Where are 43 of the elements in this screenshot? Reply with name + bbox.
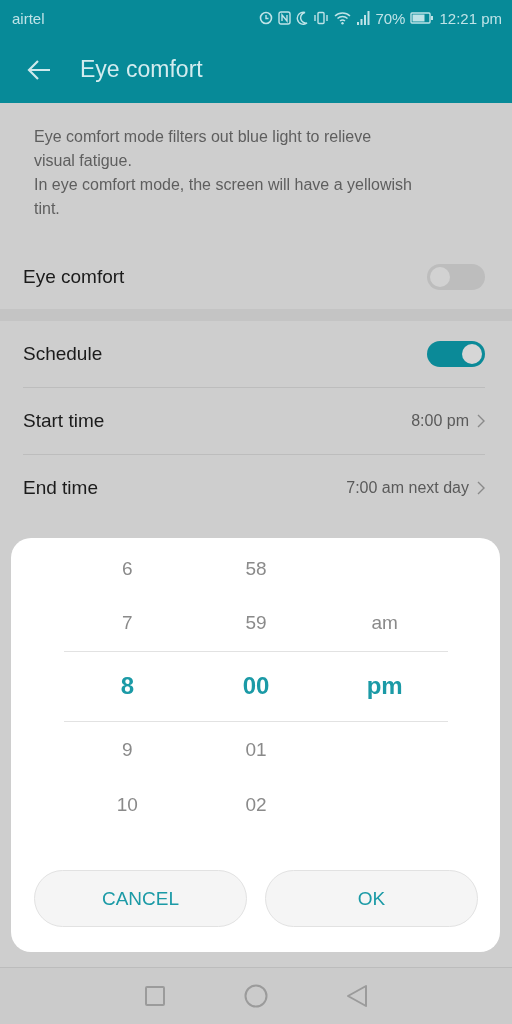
carrier-name: airtel <box>12 9 45 27</box>
setting-value: 7:00 am next day <box>346 479 469 497</box>
picker-item[interactable]: 02 <box>245 794 267 816</box>
toggle-switch[interactable] <box>427 341 485 367</box>
battery-icon <box>410 12 435 24</box>
setting-value: 8:00 pm <box>411 412 469 430</box>
chevron-right-icon <box>477 414 485 428</box>
back-icon[interactable] <box>346 984 368 1008</box>
cancel-button[interactable]: CANCEL <box>34 870 247 927</box>
picker-item[interactable]: pm <box>366 671 403 700</box>
picker-item[interactable]: 7 <box>122 611 133 634</box>
picker-item[interactable]: 00 <box>242 671 270 700</box>
picker-item[interactable]: 6 <box>122 558 133 580</box>
moon-icon <box>296 11 309 25</box>
vibrate-icon <box>313 11 330 25</box>
signal-icon <box>356 11 371 25</box>
setting-row[interactable]: Schedule <box>23 321 485 387</box>
setting-label: Start time <box>23 410 105 432</box>
back-arrow-icon[interactable] <box>26 58 52 81</box>
setting-label: Eye comfort <box>23 266 125 288</box>
picker-item[interactable]: 58 <box>245 558 267 580</box>
setting-label: End time <box>23 477 98 499</box>
description-text: Eye comfort mode filters out blue light to relieve visual fatigue. In eye comfort mode, the screen will have a yellowish tint. <box>33 127 413 219</box>
setting-row[interactable]: End time 7:00 am next day <box>23 454 485 521</box>
screen-title: Eye comfort <box>80 56 203 83</box>
clock-time: 12:21 pm <box>439 9 502 27</box>
picker-item[interactable]: 01 <box>245 739 267 761</box>
wifi-icon <box>334 11 352 25</box>
picker-item[interactable]: am <box>371 611 398 634</box>
alarm-icon <box>259 11 274 25</box>
battery-percent: 70% <box>375 9 406 27</box>
ok-button[interactable]: OK <box>265 870 478 927</box>
picker-item[interactable]: 8 <box>120 671 134 700</box>
setting-label: Schedule <box>23 343 103 365</box>
setting-row[interactable]: Start time 8:00 pm <box>23 387 485 454</box>
picker-item[interactable]: 59 <box>245 611 267 634</box>
nfc-icon <box>278 11 292 25</box>
recents-icon[interactable] <box>144 985 166 1007</box>
chevron-right-icon <box>477 481 485 495</box>
picker-item[interactable]: 10 <box>116 794 138 816</box>
home-icon[interactable] <box>244 984 268 1008</box>
picker-item[interactable]: 9 <box>122 739 133 761</box>
eye-comfort-row[interactable]: Eye comfort <box>23 245 485 309</box>
